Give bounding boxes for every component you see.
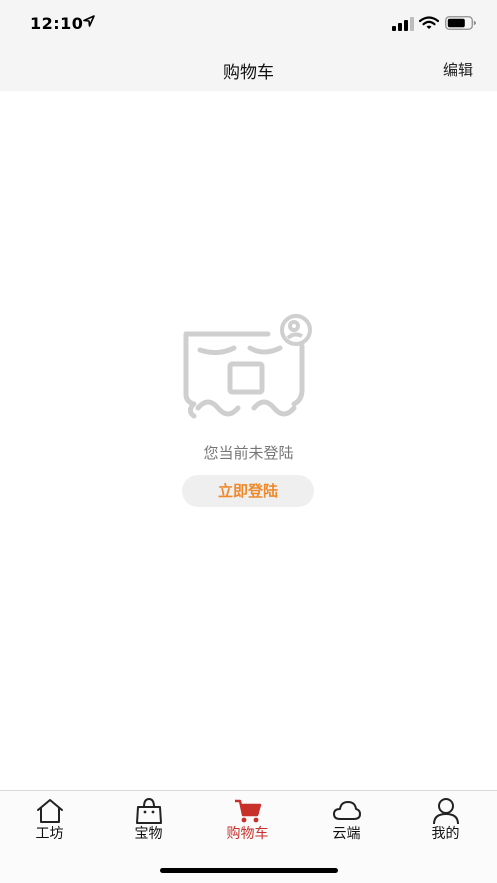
tab-treasure[interactable]: 宝物 [99,797,198,847]
empty-cart-illustration [183,314,312,419]
user-icon [432,798,459,825]
tab-label: 工坊 [35,826,64,842]
cloud-icon [332,801,361,820]
shopping-bag-icon [135,797,162,824]
home-icon [36,799,63,823]
tab-label: 购物车 [226,826,269,842]
tab-cloud[interactable]: 云端 [297,797,396,847]
tab-label: 我的 [431,826,460,842]
tab-workshop[interactable]: 工坊 [0,797,99,847]
tab-cart[interactable]: 购物车 [198,797,297,847]
page-title: 购物车 [223,63,274,83]
battery-icon [445,16,476,30]
login-button[interactable]: 立即登陆 [182,475,314,507]
cart-icon [234,799,261,823]
not-logged-in-message: 您当前未登陆 [203,444,294,462]
location-arrow-icon [83,15,95,27]
status-time: 12:10 [30,14,84,33]
status-bar: 12:10 [0,0,497,46]
tab-label: 云端 [332,826,361,842]
edit-button[interactable]: 编辑 [443,59,473,80]
navigation-bar: 购物车 编辑 [0,46,497,91]
wifi-icon [419,16,439,29]
cellular-signal-icon [392,17,414,31]
home-indicator[interactable] [160,868,338,873]
tab-label: 宝物 [134,826,163,842]
tab-mine[interactable]: 我的 [396,797,495,847]
